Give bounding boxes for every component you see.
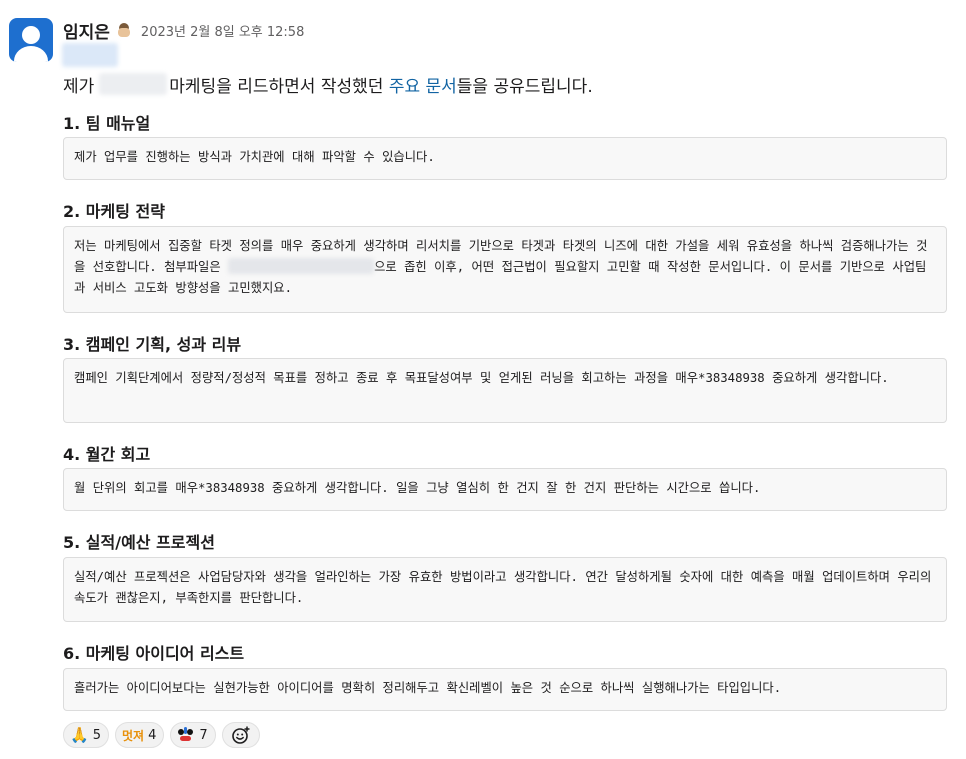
code-block-text: 제가 업무를 진행하는 방식과 가치관에 대해 파악할 수 있습니다. (74, 150, 435, 164)
code-block-text: 캠페인 기획단계에서 정량적/정성적 목표를 정하고 종료 후 목표달성여부 및… (74, 371, 889, 385)
code-block: 캠페인 기획단계에서 정량적/정성적 목표를 정하고 종료 후 목표달성여부 및… (63, 358, 947, 423)
add-reaction-smiley-icon (231, 726, 250, 744)
code-block: 제가 업무를 진행하는 방식과 가치관에 대해 파악할 수 있습니다. (63, 137, 947, 180)
section-title: 6. 마케팅 아이디어 리스트 (63, 644, 245, 663)
section-title: 4. 월간 회고 (63, 445, 151, 464)
timestamp[interactable]: 2023년 2월 8일 오후 12:58 (141, 21, 304, 40)
reaction-count: 7 (199, 727, 208, 743)
code-block-text: 월 단위의 회고를 매우*38348938 중요하게 생각합니다. 일을 그냥 … (74, 481, 761, 495)
redacted-text (228, 258, 375, 274)
reaction-count: 5 (92, 727, 101, 743)
meotjyeo-text-emoji: 멋져 (121, 728, 145, 743)
message: 임지은 2023년 2월 8일 오후 12:58 제가 마케팅을 리드하면서 작… (0, 0, 966, 759)
cartoon-face-emoji (177, 727, 195, 743)
message-header: 임지은 2023년 2월 8일 오후 12:58 (63, 18, 304, 43)
reactions-bar: 🙏 5 멋져 4 7 (63, 722, 260, 748)
section-title: 3. 캠페인 기획, 성과 리뷰 (63, 335, 242, 354)
code-block: 월 단위의 회고를 매우*38348938 중요하게 생각합니다. 일을 그냥 … (63, 468, 947, 511)
intro-before: 제가 (63, 76, 95, 97)
hat-face-emoji[interactable] (117, 23, 131, 37)
intro-after: 마케팅을 리드하면서 작성했던 (169, 76, 384, 97)
reaction-folded-hands[interactable]: 🙏 5 (63, 722, 109, 748)
intro-text: 제가 마케팅을 리드하면서 작성했던 주요 문서 들을 공유드립니다. (63, 72, 593, 97)
reaction-count: 4 (148, 727, 157, 743)
folded-hands-emoji: 🙏 (70, 725, 89, 744)
reaction-meotjyeo[interactable]: 멋져 4 (114, 722, 165, 748)
avatar-head (22, 26, 40, 44)
section-title: 2. 마케팅 전략 (63, 202, 165, 221)
code-block: 흘러가는 아이디어보다는 실현가능한 아이디어를 명확히 정리해두고 확신레벨이… (63, 668, 947, 711)
section-title: 1. 팀 매뉴얼 (63, 114, 151, 133)
sender-name[interactable]: 임지은 (63, 18, 110, 43)
redacted-subtitle (62, 43, 118, 67)
code-block: 저는 마케팅에서 집중할 타겟 정의를 매우 중요하게 생각하며 리서치를 기반… (63, 226, 947, 313)
redacted-text (99, 73, 168, 95)
add-reaction-button[interactable] (221, 722, 260, 748)
code-block-text: 흘러가는 아이디어보다는 실현가능한 아이디어를 명확히 정리해두고 확신레벨이… (74, 681, 782, 695)
reaction-cartoon-face[interactable]: 7 (170, 722, 216, 748)
code-block: 실적/예산 프로젝션은 사업담당자와 생각을 얼라인하는 가장 유효한 방법이라… (63, 557, 947, 622)
code-block-text: 실적/예산 프로젝션은 사업담당자와 생각을 얼라인하는 가장 유효한 방법이라… (74, 570, 932, 605)
avatar-body (14, 46, 48, 62)
section-title: 5. 실적/예산 프로젝션 (63, 533, 215, 552)
documents-link[interactable]: 주요 문서 (389, 72, 457, 97)
avatar[interactable] (9, 18, 53, 62)
intro-end: 들을 공유드립니다. (456, 76, 593, 97)
